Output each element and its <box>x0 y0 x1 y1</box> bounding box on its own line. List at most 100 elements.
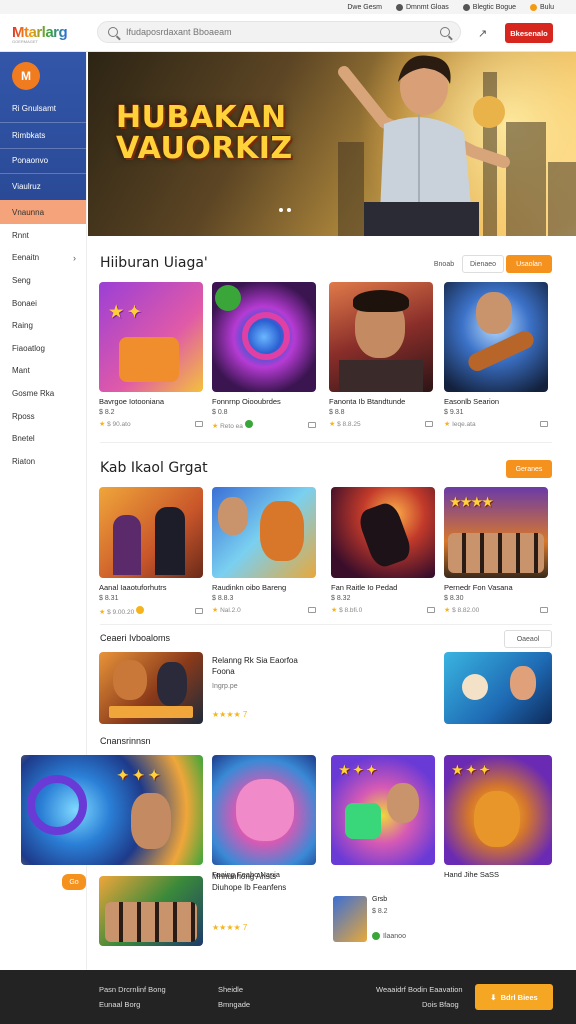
signin-button[interactable]: Bkesenalo <box>505 23 553 43</box>
thumbnail-art <box>113 515 141 575</box>
thumbnail-art <box>387 783 419 823</box>
sidebar-item[interactable]: Rnnt <box>0 224 86 247</box>
help-icon <box>462 3 470 11</box>
thumbnail-art: ★ ✦ ✦ <box>339 763 377 777</box>
topbar-link-2[interactable]: Dmnmt Gloas <box>395 3 449 11</box>
section-2-view-all-button[interactable]: Geranes <box>506 460 552 478</box>
footer-link[interactable]: Pasn Drcrnlinf Bong <box>99 985 166 994</box>
footer-link[interactable]: Dois Bfaog <box>422 1000 459 1009</box>
sidebar-item-1[interactable]: Ri Gnulsamt <box>12 104 56 113</box>
sidebar-item[interactable]: Raing <box>0 314 86 337</box>
sidebar-item[interactable]: Riaton <box>0 450 86 473</box>
thumbnail-art <box>345 803 381 839</box>
comment-icon[interactable] <box>540 421 548 427</box>
sidebar-item-label: Mant <box>12 366 30 376</box>
footer-cta-button[interactable]: ⬇ Bdrl Biees <box>475 984 553 1010</box>
sidebar-item-label: Rnnt <box>12 230 29 240</box>
search-input[interactable] <box>126 27 440 37</box>
hero-banner[interactable]: HUBAKAN VAUORKIZ <box>88 52 576 236</box>
sidebar-item[interactable]: Gosme Rka <box>0 382 86 405</box>
game-card[interactable]: ★ ✦ ✦ Hand Jihe SaSS <box>444 755 552 879</box>
sidebar-item-active[interactable]: Vnaunna <box>0 200 86 224</box>
game-thumbnail-pink <box>212 755 316 865</box>
promo-game-rating: ★★★★ 7 <box>212 923 248 932</box>
footer-link[interactable]: Weaaidrf Bodin Eaavation <box>376 985 463 994</box>
section-1-filter-button[interactable]: Dienaeo <box>462 255 504 273</box>
featured-game-side-thumbnail[interactable] <box>444 652 552 724</box>
carousel-dot[interactable] <box>279 208 283 212</box>
thumbnail-art <box>155 507 185 575</box>
hero-title-line-2: VAUORKIZ <box>116 131 293 166</box>
sidebar-item-3[interactable]: Ponaonvo <box>12 156 48 165</box>
comment-icon[interactable] <box>425 421 433 427</box>
game-card[interactable]: Raudinkn oibo Bareng $ 8.8.3 ★ Nal.2.0 <box>212 487 316 614</box>
comment-icon[interactable] <box>308 607 316 613</box>
footer-link[interactable]: Eunaal Borg <box>99 1000 140 1009</box>
comment-icon[interactable] <box>427 607 435 613</box>
featured-game-thumbnail[interactable] <box>99 652 203 724</box>
chat-bubble-button[interactable]: Go <box>62 874 86 890</box>
game-card[interactable]: Fan Raitle Io Pedad $ 8.32 ★ $ 8.bfi.0 <box>331 487 435 614</box>
featured-game-title[interactable]: Relanng Rk Sia Eaorfoa <box>212 655 412 666</box>
search-submit-icon[interactable] <box>440 27 450 37</box>
sidebar-item[interactable]: Bonaei <box>0 292 86 315</box>
game-card[interactable]: Aanal Iaaotuforhutrs $ 8.31 ★ $ 9.00.20 <box>99 487 203 616</box>
game-card[interactable]: Fonnrnp Oiooubrdes $ 0.8 ★ Reto ea <box>212 282 316 430</box>
game-card-title: Easonlb Searion <box>444 397 500 406</box>
game-card-stat: $ 8.8.25 <box>337 421 361 428</box>
topbar-link-3[interactable]: Blegtic Bogue <box>462 3 516 11</box>
sidebar-item[interactable]: Eenaitn › <box>0 247 86 270</box>
comment-icon[interactable] <box>195 421 203 427</box>
thumbnail-art <box>355 499 415 571</box>
small-game-thumbnail[interactable] <box>333 896 367 942</box>
comment-icon[interactable] <box>195 608 203 614</box>
small-game-title[interactable]: Grsb <box>372 896 387 903</box>
game-card-stats: ★ $ 90.ato <box>99 420 203 428</box>
sidebar-item-label: Gosme Rka <box>12 388 55 398</box>
sidebar-item[interactable]: Bnetel <box>0 427 86 450</box>
game-card[interactable]: ★★★★ Pernedr Fon Vasana $ 8.30 ★ $ 8.82.… <box>444 487 548 614</box>
footer-link[interactable]: Sheidle <box>218 985 243 994</box>
game-card[interactable]: Easonlb Searion $ 9.31 ★ Ieqe.ata <box>444 282 548 428</box>
search-icon <box>108 27 118 37</box>
game-thumbnail-portrait <box>329 282 433 392</box>
topbar-link-4[interactable]: Bulu <box>529 3 554 11</box>
game-thumbnail-guitar <box>444 282 548 392</box>
promo-game-thumbnail[interactable] <box>99 876 203 946</box>
carousel-dots[interactable] <box>279 208 291 212</box>
section-1-view-all-button[interactable]: Usaolan <box>506 255 552 273</box>
search-bar[interactable] <box>97 21 461 43</box>
topbar-link-1-label: Dwe Gesm <box>347 3 382 11</box>
sidebar-item[interactable]: Seng <box>0 269 86 292</box>
avatar[interactable]: M <box>12 62 40 90</box>
site-logo[interactable]: Mtarlarg GOERMAGET <box>12 24 68 44</box>
sidebar-item[interactable]: Mant <box>0 360 86 383</box>
thumbnail-art <box>462 674 488 700</box>
game-card-stat: $ 8.82.00 <box>452 607 480 614</box>
hero-title-line-1: HUBAKAN <box>116 100 287 135</box>
footer-link[interactable]: Bmngade <box>218 1000 250 1009</box>
big-game-thumbnail[interactable]: ✦ ✦ ✦ <box>21 755 203 865</box>
section-3-more-button[interactable]: Oaeaol <box>504 630 552 648</box>
share-icon[interactable]: ↗ <box>478 27 487 40</box>
hero-title: HUBAKAN VAUORKIZ <box>116 102 293 164</box>
comment-icon[interactable] <box>308 422 316 428</box>
sidebar-item-label: Bonaei <box>12 298 37 308</box>
promo-game-title[interactable]: Mnnunhong Arlsts <box>212 871 332 882</box>
game-card[interactable]: Faaing Feabo Nania <box>212 755 316 879</box>
thumbnail-art <box>465 328 537 374</box>
section-1-filter-link[interactable]: Bnoab <box>427 255 461 273</box>
carousel-dot[interactable] <box>287 208 291 212</box>
sidebar-item-2[interactable]: Rimbkats <box>12 131 45 140</box>
game-card[interactable]: ★ ✦ Bavrgoe Iotooniana $ 8.2 ★ $ 90.ato <box>99 282 203 428</box>
sidebar-item-4[interactable]: Viaulruz <box>12 182 41 191</box>
comment-icon[interactable] <box>540 607 548 613</box>
game-card-title: Fan Raitle Io Pedad <box>331 583 398 592</box>
game-card-title: Pernedr Fon Vasana <box>444 583 513 592</box>
game-card[interactable]: ★ ✦ ✦ <box>331 755 435 865</box>
sidebar-item[interactable]: Rposs <box>0 405 86 428</box>
sidebar-item[interactable]: Fiaoatlog <box>0 337 86 360</box>
sidebar-item-label: Raing <box>12 321 33 331</box>
game-card[interactable]: Fanonta Ib Btandtunde $ 8.8 ★ $ 8.8.25 <box>329 282 433 428</box>
topbar-link-1[interactable]: Dwe Gesm <box>347 4 382 11</box>
